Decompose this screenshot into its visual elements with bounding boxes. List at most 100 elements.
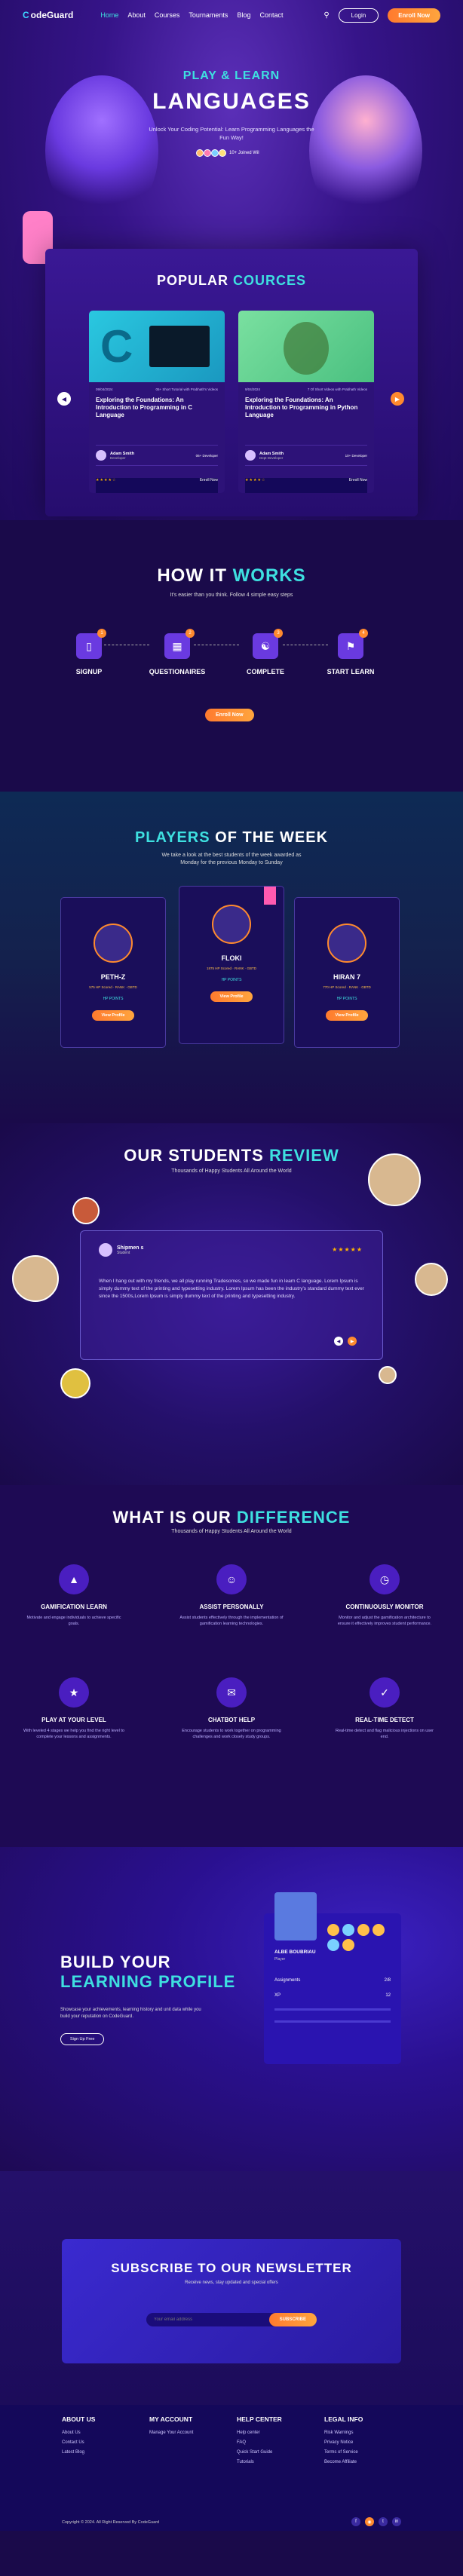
player-name: HIRAN 7	[333, 973, 360, 981]
signup-button[interactable]: Sign Up Free	[60, 2033, 105, 2045]
profile-description: Showcase your achievements, learning his…	[60, 2008, 201, 2019]
ribbon-icon	[264, 887, 276, 905]
course-card[interactable]: 9/04/2024 7 Of Short Videos with Prabhath…	[238, 311, 374, 493]
clock-icon: ◷	[369, 1564, 400, 1594]
step-label: COMPLETE	[246, 668, 284, 675]
players-heading: PLAYERS OF THE WEEK	[134, 829, 329, 846]
player-badge: HP POINTS	[103, 997, 124, 1001]
twitter-icon[interactable]: t	[379, 2517, 388, 2526]
calendar-icon: ▦ 2	[164, 629, 195, 659]
feature-gamification: ▲ GAMIFICATION LEARN Motivate and engage…	[21, 1564, 127, 1627]
avatar	[99, 1243, 112, 1257]
reviewer-avatar	[415, 1263, 448, 1296]
enroll-now-button[interactable]: Enroll Now	[205, 709, 254, 721]
profile-row: XP 12	[274, 1993, 391, 1998]
review-author-name: Shipmen s	[117, 1245, 144, 1251]
profile-avatar	[274, 1892, 317, 1940]
instagram-icon[interactable]: ◉	[365, 2517, 374, 2526]
feature-desc: With leveled 4 stages we help you find t…	[23, 1729, 124, 1739]
player-card[interactable]: HIRAN 7 770 HP Scored · RANK · GBTD HP P…	[294, 897, 400, 1048]
card-enroll-link[interactable]: Enroll Now	[349, 478, 367, 493]
view-profile-button[interactable]: View Profile	[92, 1010, 134, 1021]
feature-desc: Encourage students to work together on p…	[182, 1729, 281, 1739]
difference-heading: WHAT IS OUR DIFFERENCE	[112, 1508, 351, 1527]
step-start-learn: ⚑ 4 START LEARN	[313, 629, 388, 675]
nav-blog[interactable]: Blog	[237, 11, 250, 19]
nav-courses[interactable]: Courses	[155, 11, 180, 19]
how-heading: HOW IT WORKS	[157, 565, 306, 586]
footer-link[interactable]: Manage Your Account	[149, 2431, 193, 2435]
next-arrow-button[interactable]: ▶	[391, 392, 404, 406]
profile-row: Assignments 2/8	[274, 1978, 391, 1983]
feature-assist: ☺ ASSIST PERSONALLY Assist students effe…	[179, 1564, 284, 1627]
author-avatar	[245, 450, 256, 461]
facebook-icon[interactable]: f	[351, 2517, 360, 2526]
nav-contact[interactable]: Contact	[259, 11, 283, 19]
footer-link[interactable]: Help center	[237, 2431, 282, 2435]
player-avatar	[212, 905, 251, 944]
graduation-icon: ⚑ 4	[338, 629, 368, 659]
nav-tournaments[interactable]: Tournaments	[189, 11, 228, 19]
profile-role: Player	[274, 1957, 286, 1962]
footer-link[interactable]: FAQ	[237, 2440, 282, 2445]
footer-link[interactable]: Become Affiliate	[324, 2460, 363, 2464]
phone-icon: ▯ 1	[76, 629, 106, 659]
courses-heading: POPULAR COURCES	[156, 273, 307, 288]
footer-link[interactable]: Terms of Service	[324, 2450, 363, 2455]
site-header: CodeGuard Home About Courses Tournaments…	[0, 0, 463, 30]
achievement-badges	[327, 1924, 388, 1951]
logo[interactable]: CodeGuard	[23, 10, 73, 20]
reviewer-avatar	[368, 1153, 421, 1206]
avatar	[196, 149, 204, 157]
footer-link[interactable]: Privacy Notice	[324, 2440, 363, 2445]
profile-card: ALBE BOUBRIAU Player Assignments 2/8 XP 12	[264, 1892, 401, 2064]
linkedin-icon[interactable]: in	[392, 2517, 401, 2526]
prev-review-button[interactable]: ◀	[334, 1337, 343, 1346]
nav-home[interactable]: Home	[100, 11, 118, 19]
shield-icon: ✓	[369, 1677, 400, 1708]
prev-arrow-button[interactable]: ◀	[57, 392, 71, 406]
hero-section: CodeGuard Home About Courses Tournaments…	[0, 0, 463, 520]
course-card[interactable]: C 09/04/2024 05+ Short Tutorial with Prab…	[89, 311, 225, 493]
profile-section: BUILD YOUR LEARNING PROFILE Showcase your…	[0, 1847, 463, 2171]
footer-link[interactable]: Risk Warnings	[324, 2431, 363, 2435]
login-button[interactable]: Login	[338, 8, 379, 23]
footer-col-help: HELP CENTER Help center FAQ Quick Start …	[237, 2415, 282, 2470]
player-card[interactable]: PETH-Z 575 HP Scored · RANK · GBTD HP PO…	[60, 897, 166, 1048]
footer-link[interactable]: Contact Us	[62, 2440, 95, 2445]
author-avatar	[96, 450, 106, 461]
course-title[interactable]: Exploring the Foundations: An Introducti…	[89, 391, 225, 419]
next-review-button[interactable]: ▶	[348, 1337, 357, 1346]
feature-desc: Real-time detect and flag malicious inje…	[336, 1729, 434, 1739]
enroll-button[interactable]: Enroll Now	[388, 8, 440, 23]
footer-link[interactable]: Latest Blog	[62, 2450, 95, 2455]
player-card[interactable]: FLOKI 1875 HP Scored · RANK · GBTD HP PO…	[179, 886, 284, 1044]
reviewer-avatar	[60, 1368, 90, 1398]
footer-link[interactable]: Tutorials	[237, 2460, 282, 2464]
author-role: Dept Developer	[259, 455, 284, 460]
step-label: SIGNUP	[75, 668, 103, 675]
joined-label: 10+ Joined Wil	[229, 151, 259, 155]
card-enroll-link[interactable]: Enroll Now	[200, 478, 218, 493]
gamepad-icon: ▲	[59, 1564, 89, 1594]
course-image	[238, 311, 374, 382]
player-name: PETH-Z	[100, 973, 126, 981]
search-icon[interactable]: ⚲	[323, 11, 329, 20]
footer-link[interactable]: About Us	[62, 2431, 95, 2435]
player-avatar	[94, 924, 133, 963]
footer-col-about: ABOUT US About Us Contact Us Latest Blog	[62, 2415, 95, 2460]
course-title[interactable]: Exploring the Foundations: An Introducti…	[238, 391, 374, 419]
newsletter-title: SUBSCRIBE TO OUR NEWSLETTER	[111, 2261, 352, 2275]
nav-about[interactable]: About	[127, 11, 146, 19]
subscribe-button[interactable]: SUBSCRIBE	[268, 2313, 317, 2326]
feature-label: CONTINUOUSLY MONITOR	[345, 1603, 424, 1610]
footer-link[interactable]: Quick Start Guide	[237, 2450, 282, 2455]
reviewer-avatar	[379, 1366, 397, 1384]
rating-stars: ★★★★☆	[96, 478, 117, 482]
view-profile-button[interactable]: View Profile	[326, 1010, 368, 1021]
author-name: Adam Smith	[110, 451, 135, 456]
review-text: When I hang out with my friends, we all …	[99, 1279, 364, 1299]
view-profile-button[interactable]: View Profile	[210, 991, 253, 1002]
profile-name: ALBE BOUBRIAU	[274, 1950, 316, 1955]
email-input[interactable]	[146, 2317, 269, 2322]
